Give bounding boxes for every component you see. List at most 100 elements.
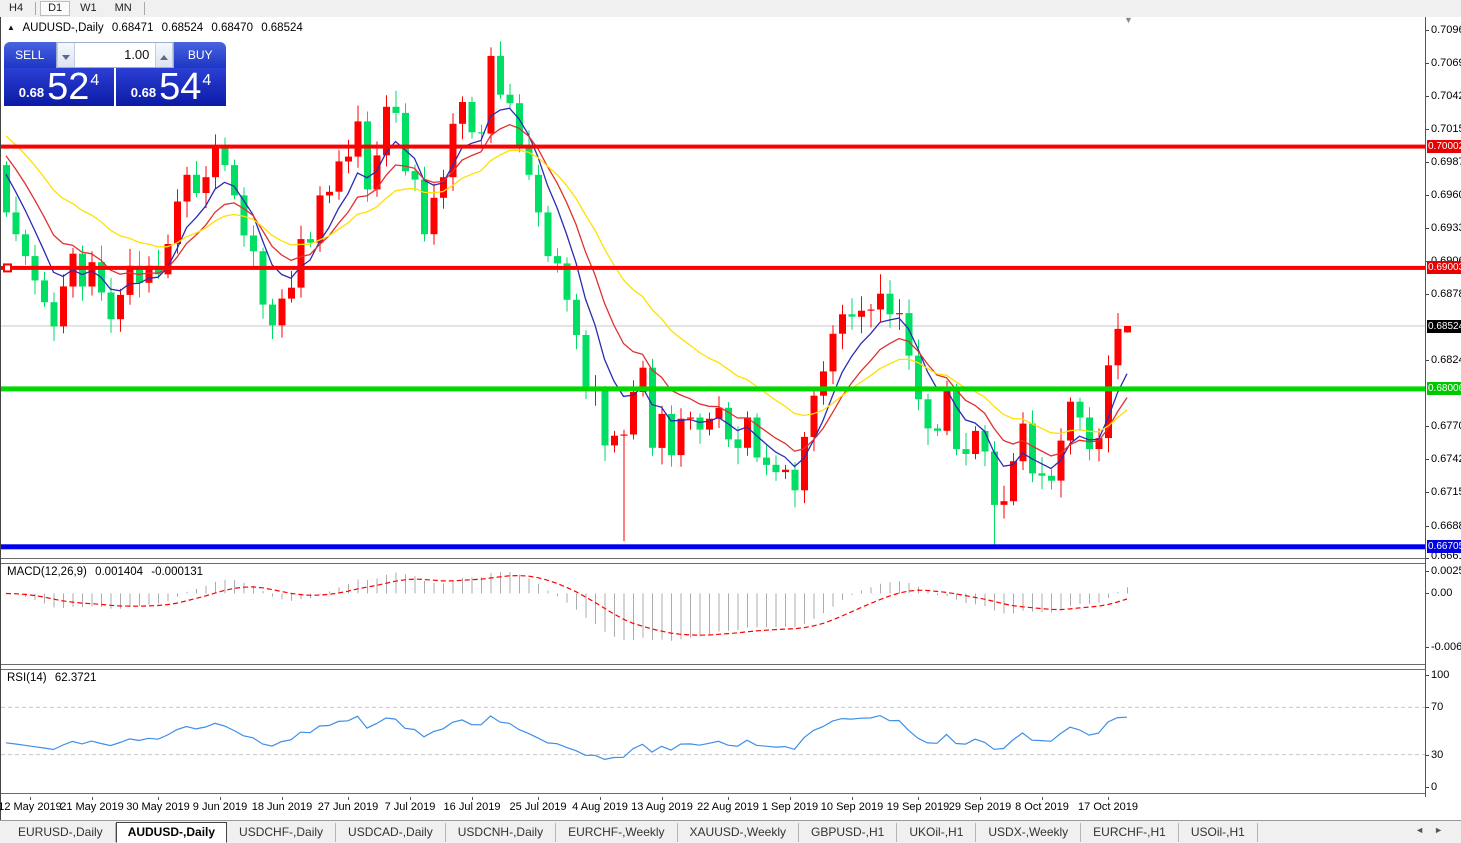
date-tick-mark xyxy=(410,797,411,800)
axis-tick-mark xyxy=(1426,294,1429,295)
ohlc-high: 0.68524 xyxy=(161,22,204,34)
candle-body xyxy=(468,102,476,133)
candle-body xyxy=(544,212,552,257)
hline-0.69003[interactable] xyxy=(1,265,1425,270)
axis-tick-mark xyxy=(1426,360,1429,361)
chart-tab-usdcnh-daily[interactable]: USDCNH-,Daily xyxy=(446,823,557,842)
candle-body xyxy=(288,287,295,299)
buy-button[interactable]: BUY xyxy=(174,42,226,68)
scroll-right-icon[interactable]: ► xyxy=(1434,825,1453,835)
axis-tick-mark xyxy=(1426,63,1429,64)
axis-tick-mark xyxy=(1426,755,1429,756)
candle-body xyxy=(354,121,362,157)
volume-decrease-button[interactable] xyxy=(56,43,75,67)
hline-handle[interactable] xyxy=(3,263,12,273)
candle-body xyxy=(886,293,894,315)
candle-body xyxy=(392,106,400,113)
candle-body xyxy=(896,313,903,315)
candle-body xyxy=(88,262,96,287)
hline-0.70002[interactable] xyxy=(1,144,1425,149)
buy-price-big: 54 xyxy=(159,66,202,108)
date-label: 27 Jun 2019 xyxy=(317,801,379,813)
pane-separator[interactable] xyxy=(1,664,1461,670)
chart-tab-usoil-h1[interactable]: USOil-,H1 xyxy=(1179,823,1258,842)
date-label: 29 Sep 2019 xyxy=(948,801,1012,813)
date-tick-mark xyxy=(472,797,473,800)
price-axis[interactable]: 0.70965 0.70695 0.70420 0.70150 0.69875 0.696… xyxy=(1425,17,1461,797)
candle-body xyxy=(582,335,590,390)
price-tick-label: 0.70965 xyxy=(1431,23,1461,36)
volume-input[interactable]: 1.00 xyxy=(75,43,156,67)
sell-button[interactable]: SELL xyxy=(4,42,56,68)
candle-body xyxy=(364,121,371,190)
sell-price-display[interactable]: 0.68 52 4 xyxy=(4,68,114,106)
scroll-left-icon[interactable]: ◄ xyxy=(1415,825,1434,835)
timeframe-button-w1[interactable]: W1 xyxy=(72,1,105,16)
candle-body xyxy=(193,174,200,193)
chart-tab-eurchf-h1[interactable]: EURCHF-,H1 xyxy=(1081,823,1179,842)
chart-tab-eurusd-daily[interactable]: EURUSD-,Daily xyxy=(6,823,116,842)
candle-body xyxy=(316,195,324,243)
candle-body xyxy=(820,371,827,396)
axis-tick-mark xyxy=(1426,459,1429,460)
date-tick-mark xyxy=(918,797,919,800)
chart-tab-xauusd-weekly[interactable]: XAUUSD-,Weekly xyxy=(678,823,799,842)
buy-price-display[interactable]: 0.68 54 4 xyxy=(116,68,226,106)
price-chip-0.68006: 0.68006 xyxy=(1427,382,1461,395)
collapse-panel-icon[interactable]: ▲ xyxy=(7,23,15,32)
chart-tab-ukoil-h1[interactable]: UKOil-,H1 xyxy=(897,823,977,842)
candle-body xyxy=(839,314,846,334)
chart-tab-gbpusd-h1[interactable]: GBPUSD-,H1 xyxy=(799,823,898,842)
candle-body xyxy=(212,146,219,178)
candle-body xyxy=(934,428,941,431)
timeframe-button-mn[interactable]: MN xyxy=(107,1,140,16)
chart-tab-usdx-weekly[interactable]: USDX-,Weekly xyxy=(976,823,1082,842)
candle-body xyxy=(22,234,29,257)
shift-end-marker-icon[interactable]: ▼ xyxy=(1124,16,1133,25)
date-axis[interactable]: 12 May 2019 21 May 2019 30 May 2019 9 Jun 2… xyxy=(0,797,1461,820)
price-tick-label: 0.70150 xyxy=(1431,122,1461,135)
mt4-window: H4 D1 W1 MN ▲ AUDUSD-,Daily 0.68471 0.68524… xyxy=(0,0,1461,843)
ohlc-open: 0.68471 xyxy=(111,22,154,34)
axis-tick-mark xyxy=(1426,228,1429,229)
price-tick-label: 0.69605 xyxy=(1431,188,1461,201)
candle-body xyxy=(202,177,210,193)
candle-body xyxy=(183,174,191,202)
price-tick-label: 0.69330 xyxy=(1431,222,1461,235)
chart-tab-usdchf-daily[interactable]: USDCHF-,Daily xyxy=(227,823,337,842)
candle-body xyxy=(430,197,438,235)
main-price-pane xyxy=(1,41,1425,550)
date-tick-mark xyxy=(1108,797,1109,800)
candle-body xyxy=(791,469,799,491)
axis-tick-mark xyxy=(1426,787,1429,788)
chart-tab-usdcad-daily[interactable]: USDCAD-,Daily xyxy=(336,823,446,842)
candle-body xyxy=(877,293,884,310)
candle-body xyxy=(307,239,314,243)
candle-body xyxy=(50,302,58,327)
hline-0.68006[interactable] xyxy=(1,386,1425,392)
candle-body xyxy=(1000,501,1008,505)
price-tick-label: 0.68240 xyxy=(1431,354,1461,367)
chart-tab-audusd-daily[interactable]: AUDUSD-,Daily xyxy=(115,822,228,843)
candle-body xyxy=(60,286,67,327)
chart-area: ▲ AUDUSD-,Daily 0.68471 0.68524 0.68470 … xyxy=(0,16,1461,820)
pane-separator[interactable] xyxy=(1,558,1461,564)
hline-0.66705[interactable] xyxy=(1,544,1425,550)
price-chip-0.66705: 0.66705 xyxy=(1427,540,1461,553)
rsi-line xyxy=(5,714,1128,761)
candle-body xyxy=(506,94,514,104)
timeframe-button-h4[interactable]: H4 xyxy=(1,1,31,16)
rsi-name: RSI(14) xyxy=(7,672,47,684)
rsi-value: 62.3721 xyxy=(54,672,97,684)
date-tick-mark xyxy=(220,797,221,800)
volume-increase-button[interactable] xyxy=(155,43,174,67)
candle-body xyxy=(345,156,352,162)
timeframe-button-d1[interactable]: D1 xyxy=(40,1,71,16)
candle-body xyxy=(326,191,333,196)
volume-control: 1.00 xyxy=(55,42,175,68)
sell-price-big: 52 xyxy=(47,66,90,108)
axis-tick-mark xyxy=(1426,96,1429,97)
rsi-pane xyxy=(1,706,1425,761)
price-tick-label: 0.69875 xyxy=(1431,156,1461,169)
chart-tab-eurchf-weekly[interactable]: EURCHF-,Weekly xyxy=(556,823,678,842)
